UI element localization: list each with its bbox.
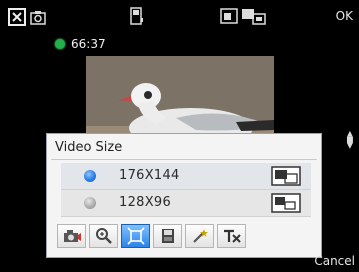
phone-memory-icon (130, 7, 144, 25)
timer-icon[interactable] (217, 224, 246, 248)
close-box-icon[interactable] (8, 8, 26, 26)
ok-softkey[interactable]: OK (336, 9, 353, 23)
settings-toolbar (57, 224, 246, 250)
large-size-icon (271, 166, 301, 190)
effects-icon[interactable] (185, 224, 214, 248)
zoom-icon[interactable] (89, 224, 118, 248)
video-size-option-176x144[interactable]: 176X144 (61, 163, 311, 190)
option-label: 176X144 (119, 168, 180, 183)
camera-icon (30, 10, 46, 28)
video-size-panel: Video Size 176X144 128X96 (46, 133, 322, 258)
camera-mode-icon[interactable] (57, 224, 86, 248)
video-quality-icon (241, 8, 267, 26)
small-size-icon (271, 193, 301, 217)
recording-timer: 66:37 (55, 36, 106, 52)
panel-divider (51, 159, 317, 160)
recording-indicator-icon (55, 39, 65, 49)
video-size-icon[interactable] (121, 224, 150, 248)
radio-unselected-icon[interactable] (84, 197, 96, 209)
panel-title: Video Size (55, 140, 123, 155)
storage-icon[interactable] (153, 224, 182, 248)
radio-selected-icon[interactable] (84, 170, 96, 182)
option-label: 128X96 (119, 195, 172, 210)
cancel-softkey[interactable]: Cancel (314, 254, 355, 268)
scroll-arrows-icon[interactable]: ▴ ▪ ▾ (346, 127, 354, 151)
recording-time: 66:37 (71, 37, 106, 51)
image-size-icon (220, 8, 238, 26)
camera-screen: OK 66:37 ▴ ▪ ▾ Video Size 176X144 128X96… (0, 0, 359, 272)
video-size-option-128x96[interactable]: 128X96 (61, 190, 311, 217)
